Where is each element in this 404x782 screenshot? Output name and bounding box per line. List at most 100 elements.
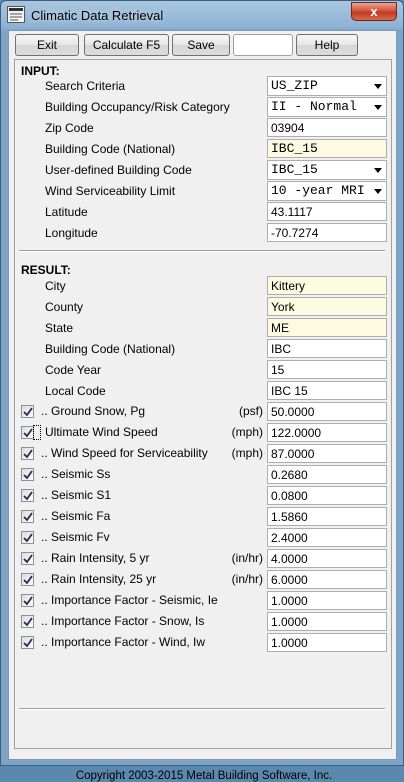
result-row-value: 0.0800 xyxy=(267,486,387,505)
checkmark-icon xyxy=(23,512,33,522)
calculate-button[interactable]: Calculate F5 xyxy=(84,34,169,56)
result-row-value: 1.0000 xyxy=(267,633,387,652)
result-checkbox[interactable] xyxy=(21,594,34,607)
checkmark-icon xyxy=(23,617,33,627)
document-app-icon[interactable] xyxy=(7,6,25,23)
close-button[interactable]: x xyxy=(351,2,397,21)
state-label: State xyxy=(45,321,74,335)
exit-button[interactable]: Exit xyxy=(15,34,79,56)
result-building-code-field: IBC xyxy=(267,339,387,358)
result-row-label: .. Seismic Fa xyxy=(41,509,111,523)
result-row-value: 2.4000 xyxy=(267,528,387,547)
focus-indicator xyxy=(33,425,41,440)
result-row-label: .. Seismic Fv xyxy=(41,530,110,544)
copyright-text: Copyright 2003-2015 Metal Building Softw… xyxy=(75,770,333,782)
result-row-value: 1.0000 xyxy=(267,612,387,631)
wind-service-select[interactable]: 10 -year MRI xyxy=(267,181,387,201)
building-code-field: IBC_15 xyxy=(267,139,387,158)
result-checkbox[interactable] xyxy=(21,573,34,586)
user-code-label: User-defined Building Code xyxy=(45,163,192,177)
checkmark-icon xyxy=(23,449,33,459)
input-section-title: INPUT: xyxy=(21,64,60,78)
divider xyxy=(19,250,385,252)
result-row-value: 0.2680 xyxy=(267,465,387,484)
code-year-label: Code Year xyxy=(45,363,102,377)
search-criteria-value: US_ZIP xyxy=(271,78,318,93)
window-title: Climatic Data Retrieval xyxy=(31,8,164,23)
save-button[interactable]: Save xyxy=(172,34,230,56)
checkmark-icon xyxy=(23,491,33,501)
result-checkbox[interactable] xyxy=(21,531,34,544)
result-checkbox[interactable] xyxy=(21,615,34,628)
chevron-down-icon xyxy=(374,105,382,110)
search-criteria-select[interactable]: US_ZIP xyxy=(267,76,387,96)
result-checkbox[interactable] xyxy=(21,636,34,649)
city-field: Kittery xyxy=(267,276,387,295)
chevron-down-icon xyxy=(374,168,382,173)
checkmark-icon xyxy=(23,428,33,438)
result-row-value: 4.0000 xyxy=(267,549,387,568)
result-row-label: .. Seismic S1 xyxy=(41,488,112,502)
checkmark-icon xyxy=(23,407,33,417)
result-building-code-label: Building Code (National) xyxy=(45,342,176,356)
result-row-value: 6.0000 xyxy=(267,570,387,589)
result-row-label: .. Seismic Ss xyxy=(41,467,111,481)
result-row-label: Ultimate Wind Speed xyxy=(45,425,158,439)
user-code-select[interactable]: IBC_15 xyxy=(267,160,387,180)
building-code-label: Building Code (National) xyxy=(45,142,176,156)
longitude-label: Longitude xyxy=(45,226,98,240)
result-row-label: .. Importance Factor - Snow, Is xyxy=(41,614,205,628)
occupancy-value: II - Normal xyxy=(271,99,357,114)
result-row-label: .. Ground Snow, Pg xyxy=(41,404,146,418)
result-checkbox[interactable] xyxy=(21,552,34,565)
user-code-value: IBC_15 xyxy=(271,162,318,177)
search-criteria-label: Search Criteria xyxy=(45,79,126,93)
wind-service-value: 10 -year MRI xyxy=(271,183,365,198)
result-row-value: 50.0000 xyxy=(267,402,387,421)
content-panel: INPUT: Search Criteria US_ZIP Building O… xyxy=(14,59,392,782)
result-checkbox[interactable] xyxy=(21,405,34,418)
result-row-value: 1.5860 xyxy=(267,507,387,526)
title-bar[interactable]: Climatic Data Retrieval x xyxy=(1,1,403,29)
result-row-label: .. Rain Intensity, 25 yr xyxy=(41,572,157,586)
county-label: County xyxy=(45,300,84,314)
result-checkbox[interactable] xyxy=(21,489,34,502)
city-label: City xyxy=(45,279,66,293)
blank-field[interactable] xyxy=(233,34,293,56)
result-section-title: RESULT: xyxy=(21,263,71,277)
result-row-label: .. Wind Speed for Serviceability xyxy=(41,446,208,460)
zip-field[interactable]: 03904 xyxy=(267,118,387,137)
occupancy-select[interactable]: II - Normal xyxy=(267,97,387,117)
result-row-unit: (in/hr) xyxy=(231,572,263,586)
result-checkbox[interactable] xyxy=(21,468,34,481)
code-year-field: 15 xyxy=(267,360,387,379)
longitude-field[interactable]: -70.7274 xyxy=(267,223,387,242)
checkmark-icon xyxy=(23,533,33,543)
checkmark-icon xyxy=(23,596,33,606)
state-field: ME xyxy=(267,318,387,337)
result-checkbox[interactable] xyxy=(21,510,34,523)
result-row-label: .. Rain Intensity, 5 yr xyxy=(41,551,150,565)
result-row-value: 87.0000 xyxy=(267,444,387,463)
zip-label: Zip Code xyxy=(45,121,94,135)
result-row-unit: (psf) xyxy=(239,404,263,418)
result-row-label: .. Importance Factor - Seismic, Ie xyxy=(41,593,218,607)
result-checkbox[interactable] xyxy=(21,447,34,460)
latitude-field[interactable]: 43.1117 xyxy=(267,202,387,221)
checkmark-icon xyxy=(23,575,33,585)
client-area: Exit Calculate F5 Save Help INPUT: Searc… xyxy=(8,30,397,782)
close-icon: x xyxy=(370,4,378,19)
help-button[interactable]: Help xyxy=(296,34,358,56)
result-row-value: 1.0000 xyxy=(267,591,387,610)
result-row-value: 122.0000 xyxy=(267,423,387,442)
county-field: York xyxy=(267,297,387,316)
local-code-label: Local Code xyxy=(45,384,106,398)
result-row-label: .. Importance Factor - Wind, Iw xyxy=(41,635,206,649)
app-window: Climatic Data Retrieval x Exit Calculate… xyxy=(0,0,404,782)
result-row-unit: (mph) xyxy=(231,425,263,439)
local-code-field: IBC 15 xyxy=(267,381,387,400)
checkmark-icon xyxy=(23,470,33,480)
checkmark-icon xyxy=(23,638,33,648)
result-row-unit: (in/hr) xyxy=(231,551,263,565)
divider xyxy=(19,708,385,710)
